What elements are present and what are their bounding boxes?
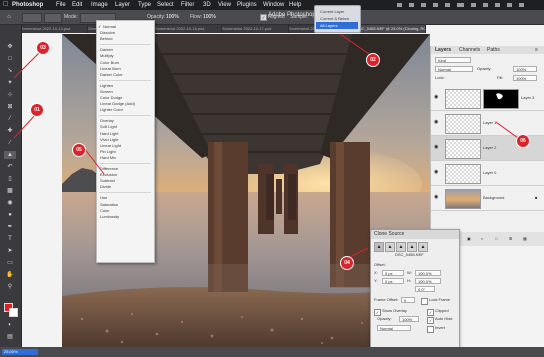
callout-marker-01: 01 xyxy=(30,103,44,117)
callout-line-02 xyxy=(339,33,373,57)
callout-lines xyxy=(13,33,519,259)
status-bar: 25.00% xyxy=(0,347,544,357)
zoom-level[interactable]: 25.00% xyxy=(2,349,38,355)
callout-line-06 xyxy=(495,121,519,139)
callout-line-01 xyxy=(13,113,37,139)
callout-marker-06: 06 xyxy=(516,134,530,148)
callout-marker-04: 04 xyxy=(340,256,354,270)
callout-line-03 xyxy=(13,49,43,79)
callout-line-05 xyxy=(83,147,105,175)
callout-marker-03: 03 xyxy=(36,41,50,55)
callout-marker-05: 05 xyxy=(72,143,86,157)
callout-marker-02: 02 xyxy=(366,53,380,67)
